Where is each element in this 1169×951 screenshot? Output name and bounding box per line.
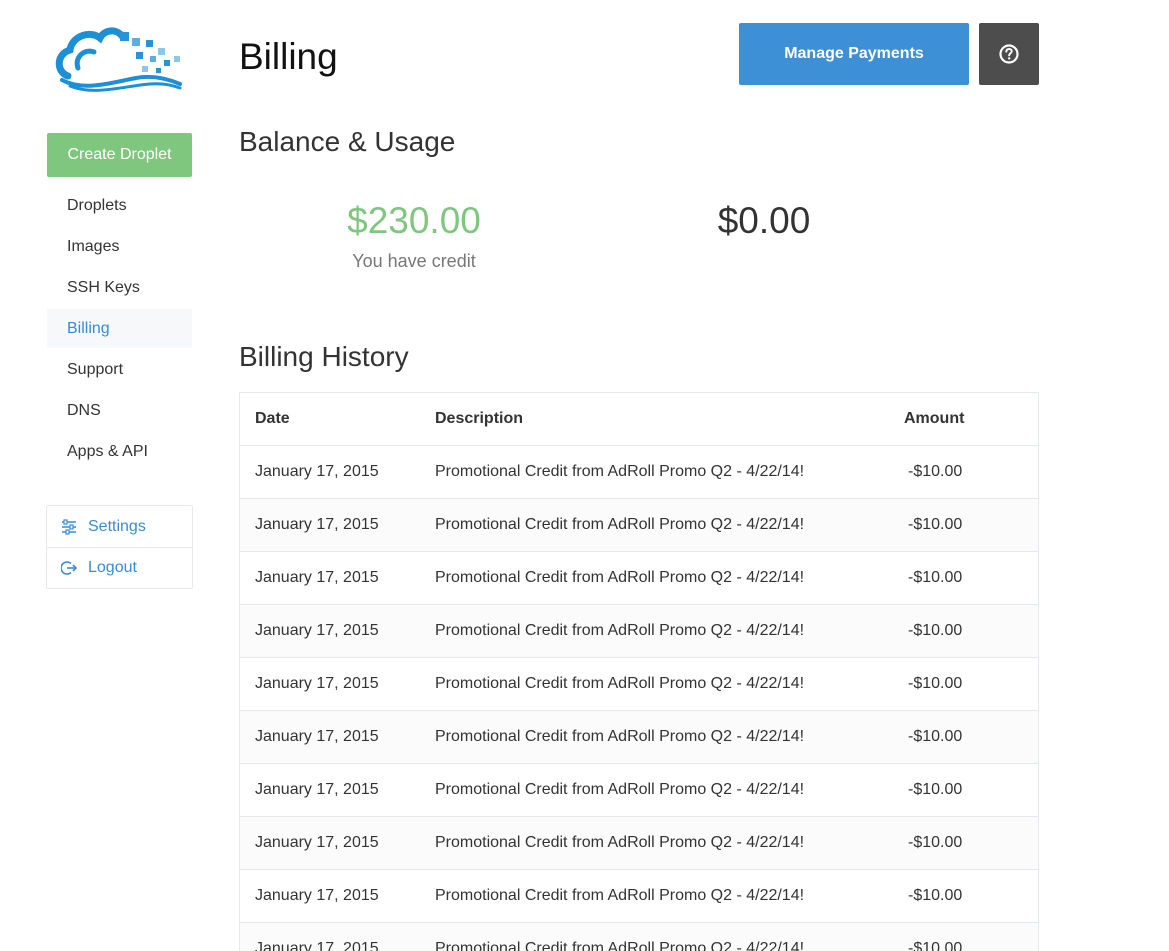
table-row: January 17, 2015 Promotional Credit from … (240, 446, 1038, 499)
row-amount: -$10.00 (908, 940, 963, 951)
credit-label: You have credit (352, 251, 476, 271)
row-amount: -$10.00 (908, 781, 963, 798)
row-amount: -$10.00 (908, 622, 963, 639)
manage-payments-button[interactable]: Manage Payments (739, 23, 969, 85)
row-description: Promotional Credit from AdRoll Promo Q2 … (435, 463, 805, 480)
row-description: Promotional Credit from AdRoll Promo Q2 … (435, 887, 805, 904)
row-amount: -$10.00 (908, 569, 963, 586)
row-date: January 17, 2015 (255, 940, 379, 951)
row-date: January 17, 2015 (255, 516, 379, 533)
row-description: Promotional Credit from AdRoll Promo Q2 … (435, 940, 805, 951)
table-header: Date Description Amount (240, 393, 1038, 446)
sidebar-item-ssh-keys[interactable]: SSH Keys (47, 268, 192, 307)
row-amount: -$10.00 (908, 887, 963, 904)
row-description: Promotional Credit from AdRoll Promo Q2 … (435, 675, 805, 692)
logout-label: Logout (88, 559, 137, 576)
balance-usage-title: Balance & Usage (239, 126, 456, 157)
row-date: January 17, 2015 (255, 887, 379, 904)
column-header-date[interactable]: Date (240, 410, 420, 428)
table-row: January 17, 2015 Promotional Credit from … (240, 711, 1038, 764)
settings-link[interactable]: Settings (47, 506, 192, 547)
row-description: Promotional Credit from AdRoll Promo Q2 … (435, 569, 805, 586)
credit-amount: $230.00 (347, 200, 481, 241)
row-date: January 17, 2015 (255, 569, 379, 586)
row-amount: -$10.00 (908, 516, 963, 533)
account-menu: Settings Logout (46, 505, 193, 589)
logout-link[interactable]: Logout (47, 547, 192, 588)
table-row: January 17, 2015 Promotional Credit from … (240, 605, 1038, 658)
page-title: Billing (239, 36, 338, 77)
row-description: Promotional Credit from AdRoll Promo Q2 … (435, 834, 805, 851)
create-droplet-button[interactable]: Create Droplet (47, 133, 192, 177)
cloud-logo-icon[interactable] (54, 22, 184, 94)
table-row: January 17, 2015 Promotional Credit from … (240, 658, 1038, 711)
table-row: January 17, 2015 Promotional Credit from … (240, 870, 1038, 923)
sidebar-item-droplets[interactable]: Droplets (47, 186, 192, 225)
row-description: Promotional Credit from AdRoll Promo Q2 … (435, 781, 805, 798)
billing-history-title: Billing History (239, 341, 409, 372)
row-date: January 17, 2015 (255, 622, 379, 639)
table-row: January 17, 2015 Promotional Credit from … (240, 499, 1038, 552)
row-amount: -$10.00 (908, 463, 963, 480)
row-date: January 17, 2015 (255, 781, 379, 798)
usage-amount: $0.00 (717, 200, 811, 241)
sidebar-item-dns[interactable]: DNS (47, 391, 192, 430)
row-amount: -$10.00 (908, 728, 963, 745)
sidebar-item-apps-api[interactable]: Apps & API (47, 432, 192, 471)
question-circle-icon (999, 44, 1019, 64)
sidebar-item-billing[interactable]: Billing (47, 309, 192, 348)
column-header-description[interactable]: Description (420, 410, 888, 428)
table-body: January 17, 2015 Promotional Credit from … (240, 446, 1038, 951)
row-description: Promotional Credit from AdRoll Promo Q2 … (435, 728, 805, 745)
sidebar-item-support[interactable]: Support (47, 350, 192, 389)
sliders-icon (62, 518, 76, 535)
table-row: January 17, 2015 Promotional Credit from … (240, 764, 1038, 817)
sidebar-nav: Droplets Images SSH Keys Billing Support… (47, 186, 192, 473)
row-amount: -$10.00 (908, 834, 963, 851)
billing-history-table: Date Description Amount January 17, 2015… (239, 392, 1039, 951)
row-amount: -$10.00 (908, 675, 963, 692)
logout-icon (61, 561, 77, 575)
row-date: January 17, 2015 (255, 728, 379, 745)
row-description: Promotional Credit from AdRoll Promo Q2 … (435, 516, 805, 533)
row-date: January 17, 2015 (255, 675, 379, 692)
table-row: January 17, 2015 Promotional Credit from … (240, 923, 1038, 951)
row-date: January 17, 2015 (255, 463, 379, 480)
table-row: January 17, 2015 Promotional Credit from … (240, 817, 1038, 870)
help-button[interactable] (979, 23, 1039, 85)
table-row: January 17, 2015 Promotional Credit from … (240, 552, 1038, 605)
row-description: Promotional Credit from AdRoll Promo Q2 … (435, 622, 805, 639)
sidebar-item-images[interactable]: Images (47, 227, 192, 266)
row-date: January 17, 2015 (255, 834, 379, 851)
billing-page: Create Droplet Droplets Images SSH Keys … (0, 0, 1169, 951)
column-header-amount[interactable]: Amount (888, 410, 1038, 428)
settings-label: Settings (88, 517, 146, 535)
